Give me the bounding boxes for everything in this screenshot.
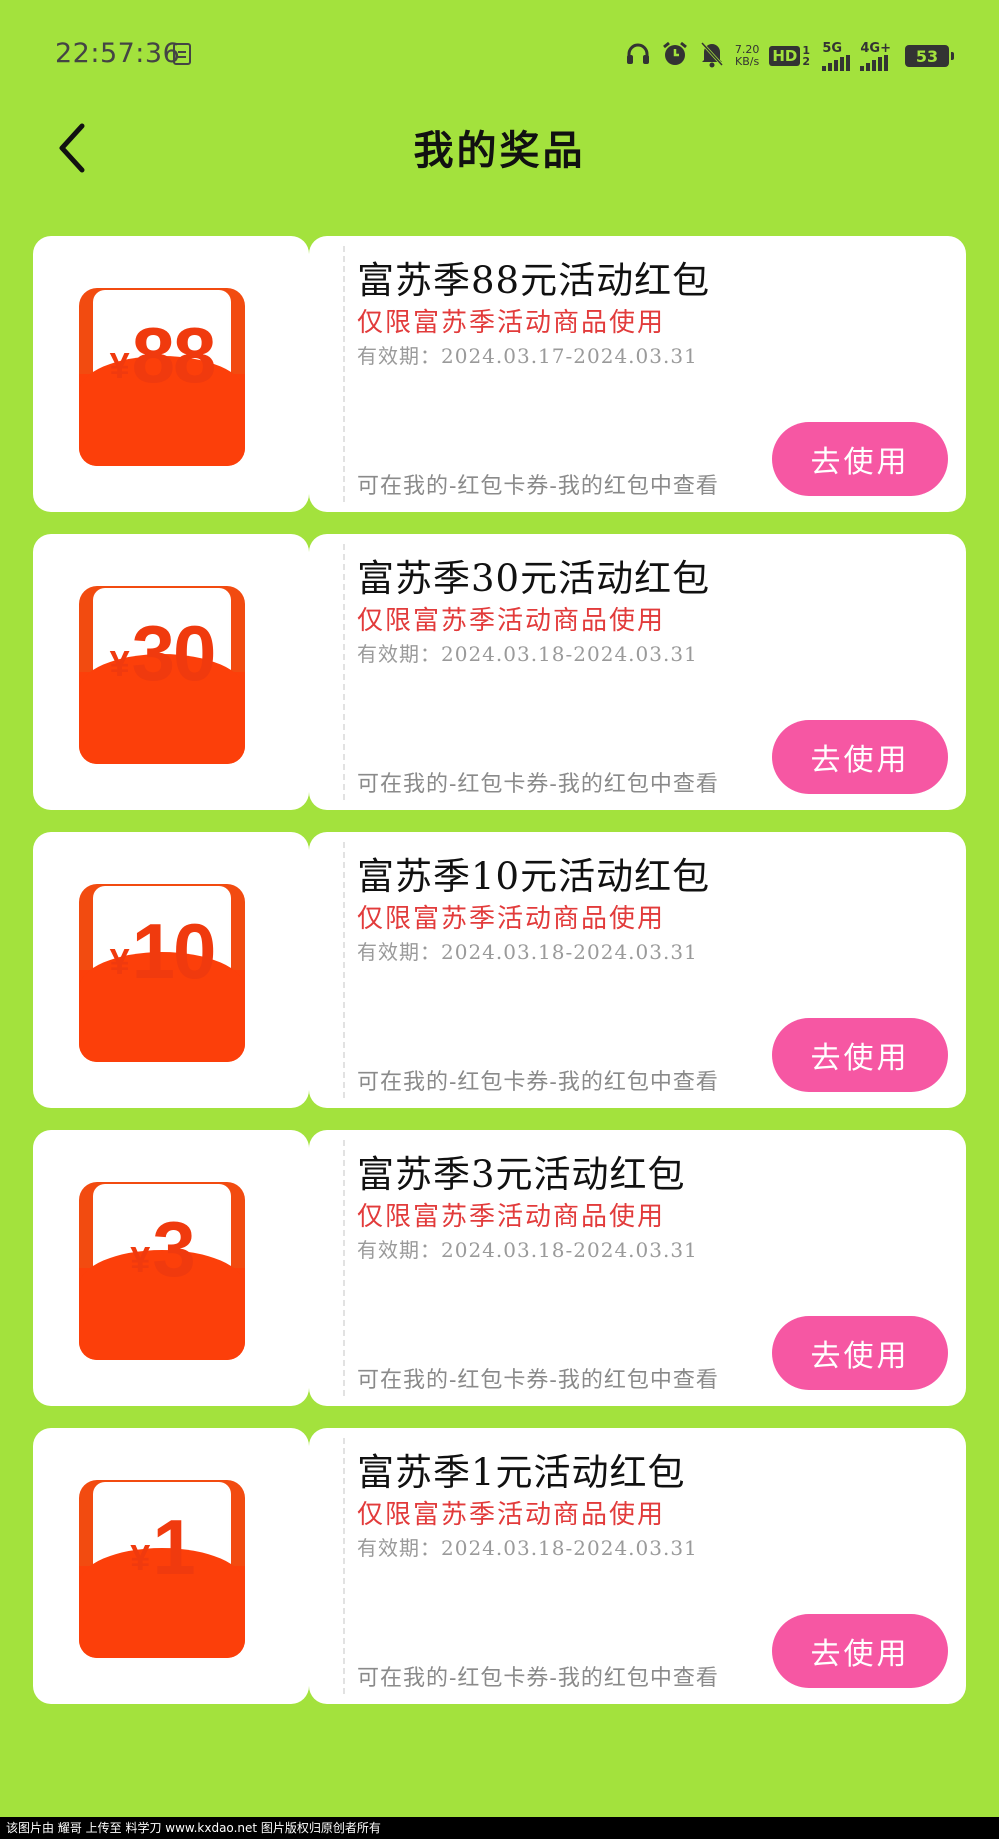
prize-restriction: 仅限富苏季活动商品使用	[357, 1500, 666, 1530]
use-button[interactable]: 去使用	[772, 1018, 948, 1092]
prize-validity: 有效期：2024.03.18-2024.03.31	[357, 1536, 698, 1560]
yen-symbol: ¥	[130, 1537, 151, 1578]
envelope-amount: ¥10	[79, 906, 245, 997]
prize-restriction: 仅限富苏季活动商品使用	[357, 606, 666, 636]
prize-title: 富苏季1元活动红包	[357, 1451, 686, 1494]
prize-card: ¥10 富苏季10元活动红包 仅限富苏季活动商品使用 有效期：2024.03.1…	[33, 832, 966, 1108]
prize-hint: 可在我的-红包卡券-我的红包中查看	[357, 474, 719, 499]
amount-number: 1	[152, 1503, 195, 1591]
red-envelope-icon: ¥3	[79, 1182, 245, 1360]
envelope-amount: ¥1	[79, 1502, 245, 1593]
yen-symbol: ¥	[109, 643, 130, 684]
envelope-amount: ¥30	[79, 608, 245, 699]
status-time: 22:57:36	[55, 38, 181, 69]
amount-number: 10	[131, 907, 217, 995]
status-icons: 7.20 KB/s HD 1 2 5G 4G+ 53	[625, 38, 954, 74]
prize-thumbnail: ¥10	[33, 832, 309, 1108]
prize-title: 富苏季10元活动红包	[357, 855, 711, 898]
prize-title: 富苏季88元活动红包	[357, 259, 711, 302]
prize-validity: 有效期：2024.03.18-2024.03.31	[357, 940, 698, 964]
use-button[interactable]: 去使用	[772, 720, 948, 794]
prize-details: 富苏季88元活动红包 仅限富苏季活动商品使用 有效期：2024.03.17-20…	[309, 236, 966, 512]
prize-restriction: 仅限富苏季活动商品使用	[357, 1202, 666, 1232]
use-button[interactable]: 去使用	[772, 422, 948, 496]
prize-validity: 有效期：2024.03.17-2024.03.31	[357, 344, 698, 368]
prize-card: ¥3 富苏季3元活动红包 仅限富苏季活动商品使用 有效期：2024.03.18-…	[33, 1130, 966, 1406]
prize-details: 富苏季1元活动红包 仅限富苏季活动商品使用 有效期：2024.03.18-202…	[309, 1428, 966, 1704]
prize-thumbnail: ¥3	[33, 1130, 309, 1406]
signal-icon: 5G	[822, 40, 851, 71]
page-title: 我的奖品	[413, 127, 586, 174]
prize-title: 富苏季30元活动红包	[357, 557, 711, 600]
prize-validity: 有效期：2024.03.18-2024.03.31	[357, 1238, 698, 1262]
hd-badge: HD	[769, 46, 801, 66]
prize-thumbnail: ¥88	[33, 236, 309, 512]
prize-hint: 可在我的-红包卡券-我的红包中查看	[357, 772, 719, 797]
red-envelope-icon: ¥88	[79, 288, 245, 466]
prize-card: ¥30 富苏季30元活动红包 仅限富苏季活动商品使用 有效期：2024.03.1…	[33, 534, 966, 810]
hd-indicator: HD 1 2	[769, 45, 812, 67]
prize-title: 富苏季3元活动红包	[357, 1153, 686, 1196]
prize-restriction: 仅限富苏季活动商品使用	[357, 904, 666, 934]
prize-details: 富苏季10元活动红包 仅限富苏季活动商品使用 有效期：2024.03.18-20…	[309, 832, 966, 1108]
signal-4g-label: 4G+	[860, 40, 891, 56]
prize-list: ¥88 富苏季88元活动红包 仅限富苏季活动商品使用 有效期：2024.03.1…	[33, 236, 966, 1726]
yen-symbol: ¥	[109, 345, 130, 386]
amount-number: 88	[131, 311, 217, 399]
envelope-amount: ¥3	[79, 1204, 245, 1295]
amount-number: 3	[152, 1205, 195, 1293]
hd-sub: 1 2	[802, 44, 813, 68]
envelope-amount: ¥88	[79, 310, 245, 401]
prize-thumbnail: ¥1	[33, 1428, 309, 1704]
prize-details: 富苏季30元活动红包 仅限富苏季活动商品使用 有效期：2024.03.18-20…	[309, 534, 966, 810]
yen-symbol: ¥	[130, 1239, 151, 1280]
net-speed-unit: KB/s	[735, 55, 760, 68]
signal-icon: 4G+	[860, 42, 891, 71]
signal-5g-label: 5G	[822, 40, 843, 56]
headset-icon	[625, 41, 651, 71]
prize-hint: 可在我的-红包卡券-我的红包中查看	[357, 1070, 719, 1095]
alarm-icon	[661, 40, 689, 72]
battery-icon: 53	[905, 45, 954, 67]
watermark-bar: 该图片由 耀哥 上传至 料学刀 www.kxdao.net 图片版权归原创者所有	[0, 1817, 999, 1839]
prize-thumbnail: ¥30	[33, 534, 309, 810]
prize-hint: 可在我的-红包卡券-我的红包中查看	[357, 1368, 719, 1393]
prize-details: 富苏季3元活动红包 仅限富苏季活动商品使用 有效期：2024.03.18-202…	[309, 1130, 966, 1406]
red-envelope-icon: ¥10	[79, 884, 245, 1062]
prize-restriction: 仅限富苏季活动商品使用	[357, 308, 666, 338]
red-envelope-icon: ¥1	[79, 1480, 245, 1658]
mute-bell-icon	[699, 40, 725, 72]
red-envelope-icon: ¥30	[79, 586, 245, 764]
prize-card: ¥1 富苏季1元活动红包 仅限富苏季活动商品使用 有效期：2024.03.18-…	[33, 1428, 966, 1704]
use-button[interactable]: 去使用	[772, 1614, 948, 1688]
status-bar: 22:57:36 7.20 KB/s HD 1 2 5G 4G+ 53	[0, 0, 999, 110]
document-icon	[173, 43, 191, 65]
prize-validity: 有效期：2024.03.18-2024.03.31	[357, 642, 698, 666]
use-button[interactable]: 去使用	[772, 1316, 948, 1390]
amount-number: 30	[131, 609, 217, 697]
prize-hint: 可在我的-红包卡券-我的红包中查看	[357, 1666, 719, 1691]
prize-card: ¥88 富苏季88元活动红包 仅限富苏季活动商品使用 有效期：2024.03.1…	[33, 236, 966, 512]
yen-symbol: ¥	[109, 941, 130, 982]
net-speed: 7.20 KB/s	[735, 44, 760, 68]
